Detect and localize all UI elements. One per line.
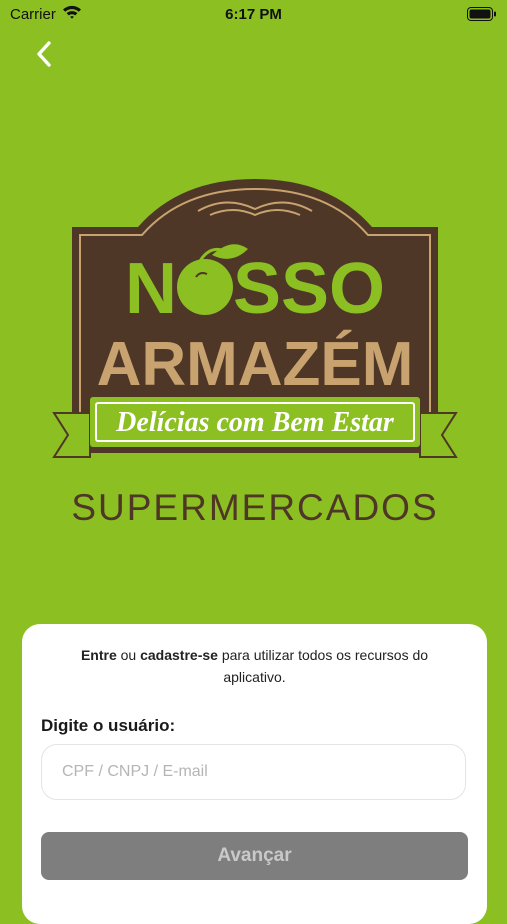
login-sheet: Entre ou cadastre-se para utilizar todos…: [22, 624, 487, 924]
intro-text: Entre ou cadastre-se para utilizar todos…: [52, 644, 457, 688]
chevron-left-icon: [37, 41, 51, 67]
logo-nosso: NOSSO: [125, 249, 385, 329]
battery-icon: [467, 7, 497, 25]
store-logo: NOSSO ARMAZÉM Delícias com Bem Estar SUP…: [52, 179, 458, 528]
logo-tagline: Delícias com Bem Estar: [115, 407, 395, 438]
intro-ou: ou: [116, 647, 141, 663]
logo-subtitle: SUPERMERCADOS: [71, 487, 438, 528]
intro-rest: para utilizar todos os recursos do aplic…: [217, 647, 429, 685]
intro-cadastre: cadastre-se: [140, 647, 218, 663]
next-button[interactable]: Avançar: [41, 832, 468, 880]
status-bar: Carrier 6:17 PM: [0, 0, 507, 28]
user-label: Digite o usuário:: [41, 716, 176, 735]
status-time: 6:17 PM: [225, 6, 282, 23]
back-button[interactable]: [26, 36, 62, 72]
intro-entre: Entre: [80, 647, 117, 663]
logo-armazem: ARMAZÉM: [97, 330, 414, 399]
user-input[interactable]: [41, 744, 466, 800]
